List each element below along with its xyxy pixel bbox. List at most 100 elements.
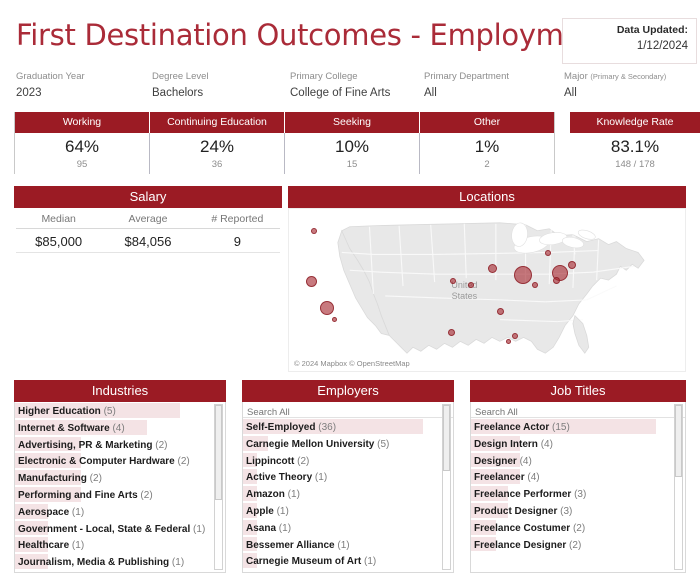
industries-scrollbar[interactable] (214, 404, 223, 570)
list-item[interactable]: Amazon (1) (243, 485, 453, 502)
list-item-count: (1) (278, 522, 292, 534)
industries-rows: Higher Education (5) Internet & Software … (15, 402, 225, 570)
filter-value[interactable]: College of Fine Arts (290, 84, 390, 102)
filter-value[interactable]: Bachelors (152, 84, 209, 102)
list-item-label: Advertising, PR & Marketing (18, 439, 156, 451)
kpi-header-strip: Working Continuing Education Seeking Other (15, 112, 554, 133)
dashboard-root: First Destination Outcomes - Employment … (0, 0, 700, 573)
list-item[interactable]: Healthcare (1) (15, 536, 225, 553)
list-item[interactable]: Freelancer (4) (471, 468, 685, 485)
list-item-label: Freelancer (474, 472, 528, 484)
locations-panel: Locations United States © 2024 Mapbox © … (288, 186, 686, 372)
salary-column-label: # Reported (211, 213, 264, 225)
list-item[interactable]: Performing and Fine Arts (2) (15, 486, 225, 503)
list-item[interactable]: Higher Education (5) (15, 402, 225, 419)
map-point-2[interactable] (319, 300, 334, 315)
list-item-count: (1) (71, 506, 85, 518)
kpi-header-1: Continuing Education (150, 112, 285, 133)
filter-2[interactable]: Primary College College of Fine Arts (290, 70, 390, 102)
locations-map[interactable]: United States © 2024 Mapbox © OpenStreetM… (288, 208, 686, 372)
filter-value[interactable]: 2023 (16, 84, 85, 102)
list-item-count: (15) (552, 422, 570, 433)
list-item[interactable]: Freelance Actor (15) (471, 418, 685, 435)
employers-scrollbar-thumb[interactable] (443, 405, 450, 471)
list-item-count: (2) (155, 439, 168, 451)
map-point-10[interactable] (531, 282, 538, 289)
salary-values-row: $85,000 $84,056 9 (14, 231, 282, 252)
filter-value[interactable]: All (564, 84, 666, 102)
list-item[interactable]: Journalism, Media & Publishing (1) (15, 553, 225, 570)
job-titles-list-body: Freelance Actor (15)Design Intern (4)Des… (470, 402, 686, 573)
map-point-13[interactable] (552, 276, 560, 284)
list-item[interactable]: Design Intern (4) (471, 435, 685, 452)
kpi-percent: 1% (474, 137, 500, 156)
list-item[interactable]: Government - Local, State & Federal (1) (15, 520, 225, 537)
list-item[interactable]: Designer (4) (471, 452, 685, 469)
list-item[interactable]: Bessemer Alliance (1) (243, 536, 453, 553)
list-item[interactable]: Advertising, PR & Marketing (2) (15, 436, 225, 453)
list-item[interactable]: Freelance Performer (3) (471, 485, 685, 502)
kpi-header-3: Other (473, 116, 501, 128)
job-titles-search-row[interactable] (471, 402, 685, 420)
list-item-label: Journalism, Media & Publishing (18, 557, 172, 569)
kpi-count: 2 (484, 159, 490, 170)
map-point-8[interactable] (497, 307, 505, 315)
list-item-label: Apple (246, 505, 277, 517)
industries-list-body: Higher Education (5) Internet & Software … (14, 402, 226, 573)
list-item-count: (2) (297, 455, 310, 467)
list-item[interactable]: Apple (1) (243, 502, 453, 519)
job-titles-panel-title: Job Titles (470, 380, 686, 402)
filter-4[interactable]: Major (Primary & Secondary) All (564, 70, 666, 102)
employers-scrollbar[interactable] (442, 404, 451, 570)
list-item[interactable]: Internet & Software (4) (15, 419, 225, 436)
list-item-count: (1) (337, 539, 350, 551)
list-item-label: Amazon (246, 489, 288, 501)
job-titles-scrollbar-thumb[interactable] (675, 405, 682, 478)
employers-rows: Self-Employed (36) Carnegie Mellon Univer… (243, 418, 453, 569)
list-item[interactable]: Self-Employed (36) (243, 418, 453, 435)
list-item[interactable]: Active Theory (1) (243, 468, 453, 485)
list-item-count: (2) (572, 522, 586, 534)
filter-label-sub: (Primary & Secondary) (590, 72, 667, 81)
list-item[interactable]: Carnegie Museum of Art (1) (243, 552, 453, 569)
job-titles-panel: Job Titles Freelance Actor (15)Design In… (470, 380, 686, 573)
kpi-value-strip: 64% 95 24% 36 10% 15 1% 2 (15, 133, 554, 174)
map-point-15[interactable] (506, 338, 512, 344)
list-item-label: Asana (246, 522, 279, 534)
list-item-label: Self-Employed (246, 422, 319, 433)
salary-column-label: Average (128, 213, 168, 225)
list-item-count: (4) (519, 455, 532, 467)
filter-0[interactable]: Graduation Year 2023 (16, 70, 85, 102)
list-item[interactable]: Freelance Costumer (2) (471, 519, 685, 536)
filter-3[interactable]: Primary Department All (424, 70, 509, 102)
list-item[interactable]: Freelance Designer (2) (471, 536, 685, 553)
kpi-cell-0: 64% 95 (15, 133, 150, 174)
map-point-14[interactable] (568, 260, 577, 269)
kpi-row: Working Continuing Education Seeking Other … (14, 112, 700, 174)
list-item[interactable]: Aerospace (1) (15, 503, 225, 520)
map-point-9[interactable] (513, 265, 532, 284)
list-item[interactable]: Manufacturing (2) (15, 469, 225, 486)
salary-divider-bottom (16, 252, 280, 253)
list-item-label: Manufacturing (18, 473, 90, 485)
industries-scrollbar-thumb[interactable] (215, 405, 222, 501)
filter-label: Primary Department (424, 71, 509, 82)
list-item-label: Bessemer Alliance (246, 539, 338, 551)
filter-value[interactable]: All (424, 84, 509, 102)
list-item[interactable]: Product Designer (3) (471, 502, 685, 519)
dashboard-header: First Destination Outcomes - Employment … (0, 18, 700, 66)
kpi-percent: 24% (199, 137, 235, 156)
list-item[interactable]: Electronic & Computer Hardware (2) (15, 452, 225, 469)
list-item-label: Electronic & Computer Hardware (18, 456, 178, 468)
list-item-count: (1) (276, 505, 289, 517)
employers-search-row[interactable] (243, 402, 453, 420)
job-titles-scrollbar[interactable] (674, 404, 683, 570)
list-item[interactable]: Asana (1) (243, 519, 453, 536)
list-item-count: (1) (287, 489, 300, 501)
list-item-label: Freelance Performer (474, 489, 575, 501)
list-item[interactable]: Carnegie Mellon University (5) (243, 435, 453, 452)
list-item[interactable]: Lippincott (2) (243, 452, 453, 469)
filter-1[interactable]: Degree Level Bachelors (152, 70, 209, 102)
map-point-16[interactable] (511, 333, 518, 340)
map-point-0[interactable] (310, 227, 317, 234)
